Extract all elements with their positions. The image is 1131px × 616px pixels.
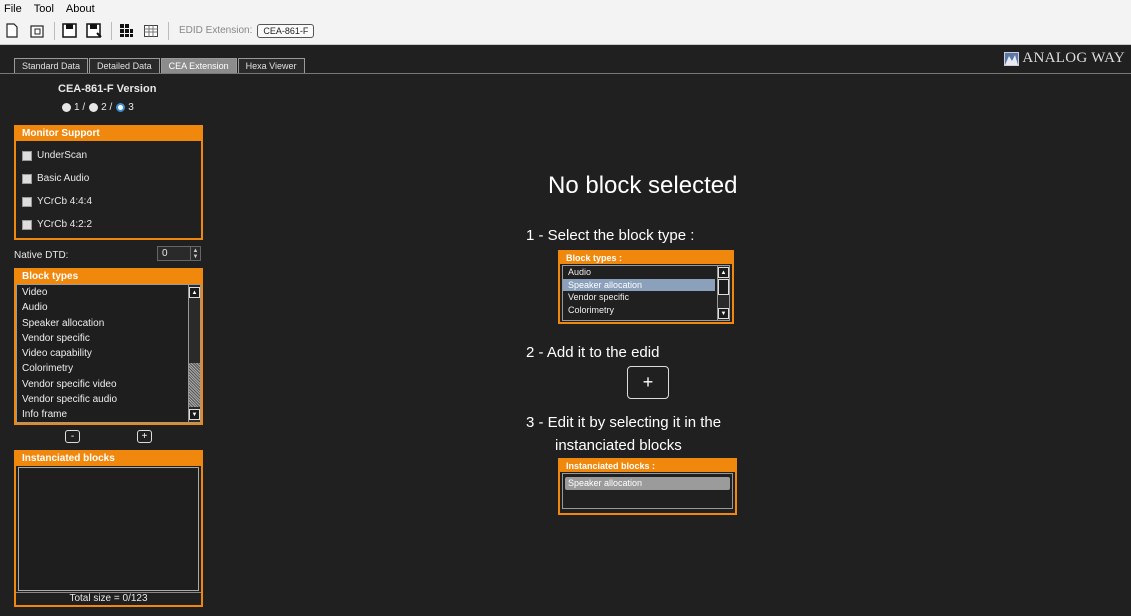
- instanciated-blocks-title: Instanciated blocks: [16, 452, 201, 466]
- checkbox-box[interactable]: [22, 150, 32, 161]
- tab-detailed-data[interactable]: Detailed Data: [89, 58, 160, 73]
- table-view-icon[interactable]: [143, 22, 159, 40]
- no-block-selected-title: No block selected: [548, 172, 738, 199]
- version-radio-label: 1 /: [74, 102, 86, 113]
- analog-way-logo: ANALOG WAY: [1004, 50, 1125, 67]
- instanciated-blocks-panel: Instanciated blocks Total size = 0/123: [14, 450, 203, 607]
- toolbar-separator: [54, 21, 55, 40]
- toolbar-separator: [111, 21, 112, 40]
- checkbox-label: YCrCb 4:4:4: [37, 196, 93, 207]
- checkbox-ycrcb-444[interactable]: YCrCb 4:4:4: [16, 190, 201, 213]
- new-file-icon[interactable]: [4, 22, 20, 40]
- version-radio-1[interactable]: [62, 103, 71, 112]
- remove-block-button[interactable]: -: [65, 430, 80, 443]
- list-item[interactable]: Audio: [17, 300, 200, 315]
- scroll-up-icon[interactable]: ▲: [189, 287, 200, 298]
- monitor-support-title: Monitor Support: [16, 127, 201, 141]
- instanciated-blocks-list[interactable]: [18, 467, 199, 591]
- tab-divider: [0, 73, 1131, 74]
- checkbox-box[interactable]: [22, 196, 32, 207]
- tab-hexa-viewer[interactable]: Hexa Viewer: [237, 58, 305, 73]
- step-1-text: 1 - Select the block type :: [526, 227, 695, 244]
- list-item[interactable]: Speaker allocation: [17, 316, 200, 331]
- help-block-types-list: Audio Speaker allocation Vendor specific…: [562, 265, 730, 321]
- checkbox-ycrcb-422[interactable]: YCrCb 4:2:2: [16, 213, 201, 236]
- toolbar-separator: [168, 21, 169, 40]
- scroll-down-icon[interactable]: ▼: [189, 409, 200, 420]
- checkbox-basic-audio[interactable]: Basic Audio: [16, 167, 201, 190]
- checkbox-label: UnderScan: [37, 150, 88, 161]
- grid-view-icon[interactable]: [118, 22, 134, 40]
- total-size-label: Total size = 0/123: [16, 592, 201, 605]
- checkbox-box[interactable]: [22, 173, 32, 184]
- toolbar: EDID Extension: CEA-861-F: [0, 17, 1131, 45]
- help-instanciated-title: Instanciated blocks :: [560, 460, 735, 472]
- menu-bar: File Tool About: [0, 0, 1131, 17]
- version-title: CEA-861-F Version: [58, 83, 157, 95]
- menu-about[interactable]: About: [66, 3, 95, 15]
- native-dtd-label: Native DTD:: [14, 250, 69, 261]
- checkbox-underscan[interactable]: UnderScan: [16, 144, 201, 167]
- tab-bar: Standard Data Detailed Data CEA Extensio…: [14, 58, 306, 73]
- checkbox-box[interactable]: [22, 219, 32, 230]
- version-radio-label: 3: [128, 102, 134, 113]
- version-radio-2[interactable]: [89, 103, 99, 112]
- native-dtd-spinbox[interactable]: 0 ▲ ▼: [157, 246, 201, 261]
- add-block-button[interactable]: +: [137, 430, 152, 443]
- version-radio-group: 1 / 2 / 3: [62, 102, 138, 113]
- block-types-list[interactable]: Video Audio Speaker allocation Vendor sp…: [16, 284, 201, 423]
- menu-tool[interactable]: Tool: [34, 3, 54, 15]
- save-as-icon[interactable]: [86, 22, 102, 40]
- open-file-icon[interactable]: [29, 22, 45, 40]
- list-item: Colorimetry: [568, 304, 615, 315]
- save-icon[interactable]: [61, 22, 77, 40]
- help-scrollbar: ▲ ▼: [717, 266, 729, 320]
- checkbox-label: YCrCb 4:2:2: [37, 219, 93, 230]
- edid-extension-label: EDID Extension:: [179, 25, 253, 36]
- native-dtd-value[interactable]: 0: [158, 248, 190, 259]
- help-plus-icon: +: [627, 366, 669, 399]
- scroll-thumb: [718, 279, 729, 295]
- logo-icon: [1004, 51, 1020, 66]
- block-types-panel: Block types Video Audio Speaker allocati…: [14, 268, 203, 425]
- list-item[interactable]: Colorimetry: [17, 361, 200, 376]
- scroll-up-icon: ▲: [718, 267, 729, 278]
- list-item: Speaker allocation: [563, 278, 715, 291]
- checkbox-label: Basic Audio: [37, 173, 90, 184]
- list-item: Audio: [568, 267, 592, 277]
- version-radio-label: 2 /: [101, 102, 113, 113]
- list-item[interactable]: Video: [17, 285, 200, 300]
- logo-text: ANALOG WAY: [1022, 50, 1125, 66]
- menu-file[interactable]: File: [4, 3, 22, 15]
- step-2-text: 2 - Add it to the edid: [526, 344, 660, 361]
- help-block-types-example: Block types : Audio Speaker allocation V…: [558, 250, 734, 324]
- list-item[interactable]: Vendor specific: [17, 331, 200, 346]
- block-types-title: Block types: [16, 270, 201, 284]
- list-item[interactable]: Vendor specific video: [17, 377, 200, 392]
- help-instanciated-list: Speaker allocation: [562, 473, 733, 509]
- list-item[interactable]: Info frame: [17, 407, 200, 422]
- spin-arrows-icon[interactable]: ▲ ▼: [190, 247, 200, 260]
- help-instanciated-example: Instanciated blocks : Speaker allocation: [558, 458, 737, 515]
- list-item[interactable]: Vendor specific audio: [17, 392, 200, 407]
- step-3-text-cont: instanciated blocks: [555, 437, 682, 454]
- edid-extension-field[interactable]: CEA-861-F: [257, 23, 315, 38]
- monitor-support-panel: Monitor Support UnderScan Basic Audio YC…: [14, 125, 203, 240]
- step-3-text: 3 - Edit it by selecting it in the: [526, 414, 722, 431]
- tab-standard-data[interactable]: Standard Data: [14, 58, 89, 73]
- help-block-types-title: Block types :: [560, 252, 732, 264]
- list-item: Speaker allocation: [565, 477, 730, 490]
- list-item: Vendor specific: [568, 292, 630, 302]
- tab-cea-extension[interactable]: CEA Extension: [160, 58, 237, 73]
- scroll-thumb[interactable]: [189, 363, 200, 407]
- list-item[interactable]: Video capability: [17, 346, 200, 361]
- scroll-down-icon: ▼: [718, 308, 729, 319]
- block-types-scrollbar[interactable]: ▲ ▼: [188, 285, 200, 422]
- version-radio-3[interactable]: [116, 103, 126, 112]
